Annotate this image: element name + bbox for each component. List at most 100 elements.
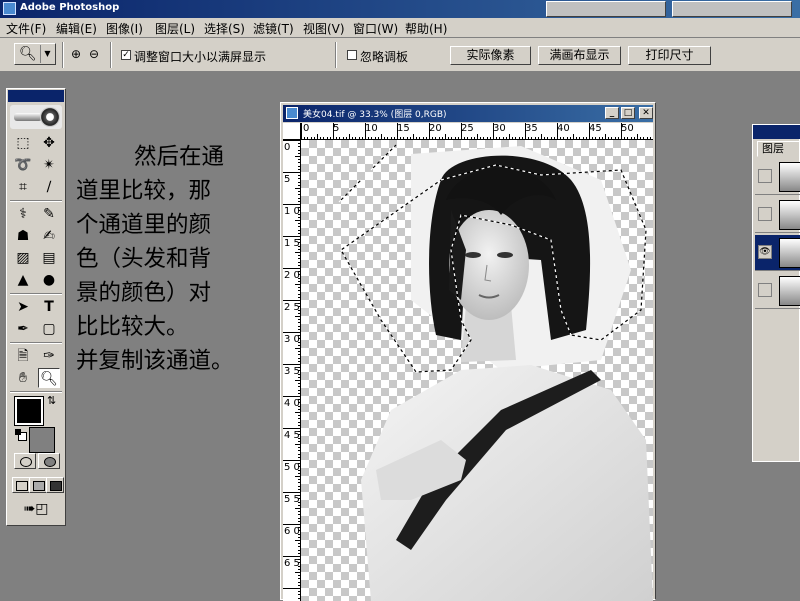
- ruler-label: 0: [303, 123, 310, 134]
- ruler-label: 30: [493, 123, 506, 134]
- tab-layers[interactable]: 图层: [757, 141, 800, 157]
- menu-image[interactable]: 图像(I): [106, 20, 143, 37]
- ruler-label: 1 0: [284, 206, 300, 217]
- crop-tool-icon[interactable]: ⌗: [12, 177, 34, 197]
- fit-on-screen-button[interactable]: 满画布显示: [538, 46, 621, 65]
- ruler-label: 0: [284, 142, 291, 153]
- menu-file[interactable]: 文件(F): [6, 20, 46, 37]
- ruler-label: 5 5: [284, 494, 300, 505]
- tutorial-line: 景的颜色）对: [76, 280, 212, 306]
- ruler-label: 6 0: [284, 526, 300, 537]
- tutorial-line: 个通道里的颜: [76, 212, 212, 238]
- zoom-in-icon[interactable]: ⊕: [68, 46, 84, 62]
- menu-help[interactable]: 帮助(H): [405, 20, 447, 37]
- layer-row[interactable]: [755, 273, 800, 309]
- menu-bar: 文件(F) 编辑(E) 图像(I) 图层(L) 选择(S) 滤镜(T) 视图(V…: [0, 18, 800, 38]
- layer-row[interactable]: [755, 197, 800, 233]
- full-screen-mode-icon[interactable]: [46, 477, 64, 493]
- pen-tool-icon[interactable]: ✒: [12, 319, 34, 339]
- zoom-tool-icon[interactable]: 🔍︎: [38, 368, 60, 388]
- divider: [10, 293, 62, 295]
- history-brush-tool-icon[interactable]: ✍: [38, 226, 60, 246]
- layer-thumbnail: [779, 276, 800, 306]
- document-icon: [286, 107, 298, 119]
- eraser-tool-icon[interactable]: ▨: [12, 248, 34, 268]
- close-button[interactable]: ✕: [639, 107, 653, 119]
- ruler-origin[interactable]: [283, 123, 301, 140]
- image-canvas[interactable]: [301, 140, 653, 601]
- toolbox-title-bar[interactable]: [8, 90, 64, 102]
- brush-tool-icon[interactable]: ✎: [38, 204, 60, 224]
- zoom-out-icon[interactable]: ⊖: [86, 46, 102, 62]
- jump-to-imageready-icon[interactable]: ➠◰: [12, 499, 60, 519]
- shape-tool-icon[interactable]: ▢: [38, 319, 60, 339]
- magic-wand-tool-icon[interactable]: ✴: [38, 155, 60, 175]
- eyedropper-tool-icon[interactable]: ✑: [38, 346, 60, 366]
- full-screen-menu-mode-icon[interactable]: [29, 477, 47, 493]
- ruler-label: 3 5: [284, 366, 300, 377]
- ruler-label: 50: [621, 123, 634, 134]
- menu-edit[interactable]: 编辑(E): [56, 20, 97, 37]
- background-color-swatch[interactable]: [29, 427, 55, 453]
- slice-tool-icon[interactable]: ∕: [38, 177, 60, 197]
- healing-brush-tool-icon[interactable]: ⚕: [12, 204, 34, 224]
- ruler-label: 45: [589, 123, 602, 134]
- notes-tool-icon[interactable]: 🗎︎: [12, 346, 34, 366]
- hand-tool-icon[interactable]: ✋︎: [12, 368, 34, 388]
- layers-palette: 图层 👁︎: [752, 124, 800, 462]
- marquee-tool-icon[interactable]: ⬚: [12, 133, 34, 153]
- ruler-label: 20: [429, 123, 442, 134]
- layers-title-bar[interactable]: [753, 125, 800, 139]
- layer-visibility-toggle[interactable]: [758, 169, 772, 183]
- foreground-color-swatch[interactable]: [14, 396, 44, 426]
- default-colors-icon[interactable]: [15, 429, 27, 441]
- vertical-ruler[interactable]: 0 5 1 0 1 5 2 0 2 5 3 0 3 5 4 0 4 5 5 0 …: [283, 140, 301, 601]
- layer-row-selected[interactable]: 👁︎: [755, 235, 800, 271]
- ignore-palettes-checkbox[interactable]: [347, 50, 357, 60]
- standard-mode-icon[interactable]: [14, 453, 36, 469]
- ruler-label: 3 0: [284, 334, 300, 345]
- type-tool-icon[interactable]: T: [38, 297, 60, 317]
- swap-colors-icon[interactable]: ⇅: [47, 394, 56, 407]
- move-tool-icon[interactable]: ✥: [38, 133, 60, 153]
- ruler-label: 5 0: [284, 462, 300, 473]
- divider: [335, 42, 337, 68]
- layer-thumbnail: [779, 238, 800, 268]
- menu-window[interactable]: 窗口(W): [353, 20, 398, 37]
- print-size-button[interactable]: 打印尺寸: [628, 46, 711, 65]
- horizontal-ruler[interactable]: 0 5 10 15 20 25 30 35 40 45 50: [301, 123, 653, 140]
- minimize-button[interactable]: _: [605, 107, 619, 119]
- actual-pixels-button[interactable]: 实际像素: [450, 46, 531, 65]
- ruler-label: 5: [284, 174, 291, 185]
- tutorial-line: 并复制该通道。: [76, 348, 234, 374]
- document-title: 美女04.tif @ 33.3% (图层 0,RGB): [303, 110, 447, 120]
- menu-select[interactable]: 选择(S): [204, 20, 245, 37]
- menu-view[interactable]: 视图(V): [303, 20, 345, 37]
- quick-mask-mode-icon[interactable]: [38, 453, 60, 469]
- photoshop-logo-icon: [3, 2, 16, 15]
- taskbar-button[interactable]: [546, 1, 666, 17]
- blur-tool-icon[interactable]: ▲: [12, 270, 34, 290]
- layer-visibility-toggle[interactable]: [758, 207, 772, 221]
- taskbar-button[interactable]: [672, 1, 792, 17]
- menu-layer[interactable]: 图层(L): [155, 20, 195, 37]
- document-title-bar[interactable]: 美女04.tif @ 33.3% (图层 0,RGB) _ □ ✕: [283, 105, 653, 122]
- dodge-tool-icon[interactable]: ●: [38, 270, 60, 290]
- layer-row[interactable]: [755, 159, 800, 195]
- tutorial-line: 比比较大。: [76, 314, 189, 340]
- path-selection-tool-icon[interactable]: ➤: [12, 297, 34, 317]
- adobe-eye-logo-icon[interactable]: [10, 105, 62, 129]
- ruler-label: 25: [461, 123, 474, 134]
- chevron-down-icon[interactable]: ▼: [40, 45, 54, 63]
- clone-stamp-tool-icon[interactable]: ☗: [12, 226, 34, 246]
- gradient-tool-icon[interactable]: ▤: [38, 248, 60, 268]
- ruler-label: 40: [557, 123, 570, 134]
- lasso-tool-icon[interactable]: ➰: [12, 155, 34, 175]
- resize-windows-checkbox[interactable]: ✓: [121, 50, 131, 60]
- eye-icon[interactable]: 👁︎: [758, 245, 772, 259]
- maximize-button[interactable]: □: [621, 107, 635, 119]
- tool-preset-picker[interactable]: 🔍︎ ▼: [14, 43, 56, 65]
- layer-visibility-toggle[interactable]: [758, 283, 772, 297]
- standard-screen-mode-icon[interactable]: [12, 477, 30, 493]
- menu-filter[interactable]: 滤镜(T): [253, 20, 294, 37]
